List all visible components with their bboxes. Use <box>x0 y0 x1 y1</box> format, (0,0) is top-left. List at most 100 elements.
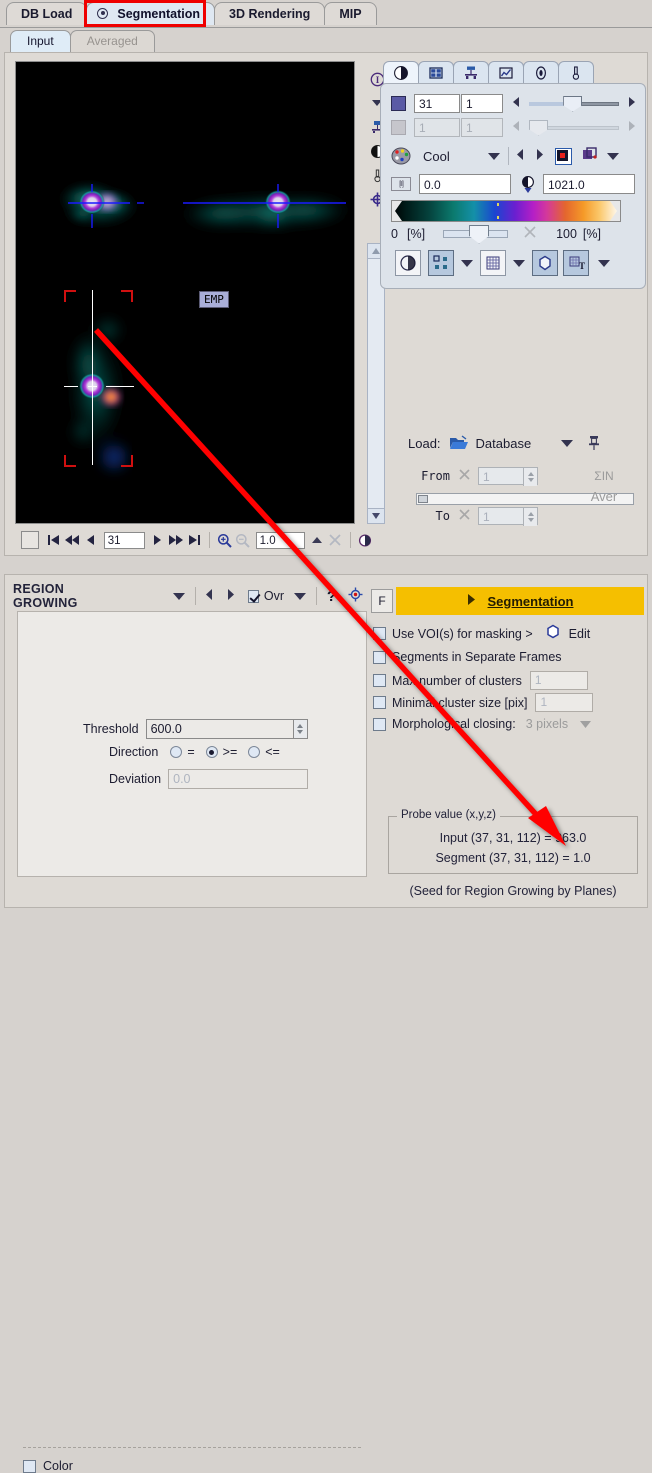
last-frame-icon[interactable] <box>186 531 204 549</box>
first-frame-icon[interactable] <box>45 531 63 549</box>
direction-radio-ge[interactable] <box>205 746 218 758</box>
secondary-series-swatch[interactable] <box>391 120 406 135</box>
secondary-prev-arrow[interactable] <box>511 121 523 134</box>
zoom-in-icon[interactable] <box>215 531 233 549</box>
deviation-input[interactable]: 0.0 <box>168 769 309 789</box>
colorbar-left-handle[interactable] <box>392 201 402 221</box>
edit-voi-radio-icon[interactable] <box>545 624 561 643</box>
copy-colormap-button[interactable] <box>582 147 598 165</box>
checkbox-icon[interactable] <box>21 531 39 549</box>
method-dropdown-arrow[interactable] <box>173 592 186 600</box>
separate-frames-checkbox[interactable] <box>373 650 386 664</box>
from-spinner-arrows[interactable] <box>523 468 537 486</box>
threshold-input[interactable]: 600.0 <box>145 719 294 739</box>
annotation-options-arrow[interactable] <box>598 259 610 267</box>
frame-range-handle[interactable] <box>418 495 428 503</box>
rewind-icon[interactable] <box>63 531 81 549</box>
target-icon[interactable] <box>348 587 363 605</box>
reset-percent-icon[interactable] <box>524 226 536 241</box>
image-display[interactable]: EMP <box>15 61 355 524</box>
colormap-prev-button[interactable] <box>516 149 525 163</box>
from-spinner[interactable]: 1 <box>478 467 538 486</box>
from-clear-icon[interactable] <box>459 469 470 483</box>
direction-radio-le[interactable] <box>248 746 261 758</box>
invert-colormap-button[interactable] <box>554 147 572 165</box>
step-forward-icon[interactable] <box>148 531 166 549</box>
zoom-level-input[interactable]: 1.0 <box>255 531 305 549</box>
tab-mip[interactable]: MIP <box>324 2 377 25</box>
frame-next-arrow[interactable] <box>625 97 637 110</box>
close-icon[interactable] <box>327 531 345 549</box>
fast-forward-icon[interactable] <box>167 531 185 549</box>
colormap-next-button[interactable] <box>535 149 543 163</box>
iso-contour-icon[interactable] <box>532 250 558 276</box>
colormap-options-arrow[interactable] <box>606 152 619 160</box>
secondary-slider[interactable] <box>529 119 619 136</box>
slice-number-input[interactable]: 31 <box>103 531 146 549</box>
direction-radio-equal[interactable] <box>170 746 183 758</box>
pin-icon[interactable] <box>587 435 601 451</box>
colorbar-right-handle[interactable] <box>610 201 620 221</box>
threshold-spinner[interactable] <box>293 719 308 739</box>
max-clusters-input[interactable]: 1 <box>529 671 588 690</box>
tab-input[interactable]: Input <box>10 30 71 52</box>
tab-3d-rendering[interactable]: 3D Rendering <box>214 2 326 25</box>
use-voi-checkbox[interactable] <box>373 627 386 640</box>
max-clusters-checkbox[interactable] <box>373 674 386 687</box>
tab-segmentation[interactable]: Segmentation <box>86 2 216 25</box>
min-value-input[interactable]: 0.0 <box>419 174 511 194</box>
method-next-button[interactable] <box>226 589 234 603</box>
colormap-name[interactable]: Cool <box>423 149 450 164</box>
ovr-dropdown-arrow[interactable] <box>294 592 307 600</box>
question-mark-icon[interactable]: ? <box>327 588 336 605</box>
min-cluster-size-checkbox[interactable] <box>373 696 386 709</box>
zoom-out-icon[interactable] <box>234 531 252 549</box>
scatter-overlay-icon[interactable] <box>428 250 454 276</box>
min-cluster-size-input[interactable]: 1 <box>535 693 594 712</box>
to-spinner[interactable]: 1 <box>478 507 538 526</box>
tab-layout[interactable] <box>418 61 454 84</box>
tab-projector[interactable] <box>453 61 489 84</box>
segmentation-run-button[interactable]: Segmentation <box>396 587 644 615</box>
palette-icon[interactable] <box>391 146 413 166</box>
load-source[interactable]: Database <box>476 436 532 451</box>
secondary-index-input[interactable]: 1 <box>414 118 460 137</box>
frame-count-input[interactable]: 1 <box>461 94 503 113</box>
emp-overlay-label[interactable]: EMP <box>199 291 229 308</box>
grid-overlay-icon[interactable] <box>480 250 506 276</box>
annotation-icon[interactable]: T <box>563 250 589 276</box>
morphological-closing-dropdown-arrow[interactable] <box>580 717 592 731</box>
colormap-dropdown-arrow[interactable] <box>487 152 500 160</box>
tab-contrast[interactable] <box>383 61 419 84</box>
open-folder-icon[interactable] <box>449 435 469 451</box>
secondary-next-arrow[interactable] <box>625 121 637 134</box>
contrast-icon[interactable] <box>356 531 374 549</box>
frame-slider[interactable] <box>529 95 619 112</box>
up-arrow-icon[interactable] <box>308 531 326 549</box>
grid-options-arrow[interactable] <box>513 259 525 267</box>
color-checkbox[interactable] <box>23 1459 36 1473</box>
frame-index-input[interactable]: 31 <box>414 94 460 113</box>
max-threshold-icon[interactable] <box>519 175 537 194</box>
threshold-percent-slider[interactable] <box>443 224 509 244</box>
tab-db-load[interactable]: DB Load <box>6 2 88 25</box>
tab-waves[interactable] <box>523 61 559 84</box>
scatter-options-arrow[interactable] <box>461 259 473 267</box>
alpha-blend-icon[interactable] <box>395 250 421 276</box>
step-back-icon[interactable] <box>82 531 100 549</box>
colorbar[interactable] <box>391 200 621 222</box>
morphological-closing-value[interactable]: 3 pixels <box>526 717 568 731</box>
max-value-input[interactable]: 1021.0 <box>543 174 635 194</box>
morphological-closing-checkbox[interactable] <box>373 717 386 731</box>
tab-averaged[interactable]: Averaged <box>69 30 155 52</box>
edit-voi-label[interactable]: Edit <box>569 627 591 641</box>
method-prev-button[interactable] <box>205 589 214 603</box>
f-button[interactable]: F <box>371 589 393 613</box>
load-source-dropdown-arrow[interactable] <box>561 439 574 447</box>
tab-chart[interactable] <box>488 61 524 84</box>
primary-series-swatch[interactable] <box>391 96 406 111</box>
tab-thermometer[interactable] <box>558 61 594 84</box>
secondary-count-input[interactable]: 1 <box>461 118 503 137</box>
frame-prev-arrow[interactable] <box>511 97 523 110</box>
to-clear-icon[interactable] <box>459 509 470 523</box>
